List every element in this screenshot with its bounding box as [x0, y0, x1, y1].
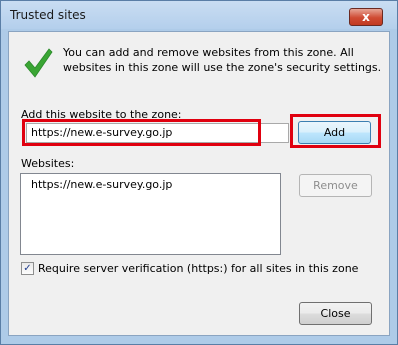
remove-button[interactable]: Remove [299, 174, 372, 197]
close-button[interactable]: Close [299, 302, 372, 325]
window-close-button[interactable]: x [349, 8, 383, 26]
intro-text: You can add and remove websites from thi… [63, 46, 382, 74]
trusted-sites-dialog: Trusted sites x You can add and remove w… [0, 0, 398, 345]
require-verification-label[interactable]: Require server verification (https:) for… [38, 262, 358, 275]
dialog-body: You can add and remove websites from thi… [8, 31, 390, 336]
websites-list[interactable]: https://new.e-survey.go.jp [20, 173, 281, 255]
list-item[interactable]: https://new.e-survey.go.jp [31, 178, 172, 191]
highlight-box-input [22, 119, 261, 146]
checkmark-icon: ✓ [23, 263, 32, 274]
title-bar[interactable]: Trusted sites x [1, 1, 397, 29]
close-icon: x [362, 10, 370, 24]
websites-label: Websites: [21, 157, 75, 170]
highlight-box-add [290, 114, 381, 148]
require-verification-checkbox[interactable]: ✓ [21, 262, 34, 275]
green-check-icon [24, 48, 53, 78]
dialog-title: Trusted sites [10, 8, 86, 22]
